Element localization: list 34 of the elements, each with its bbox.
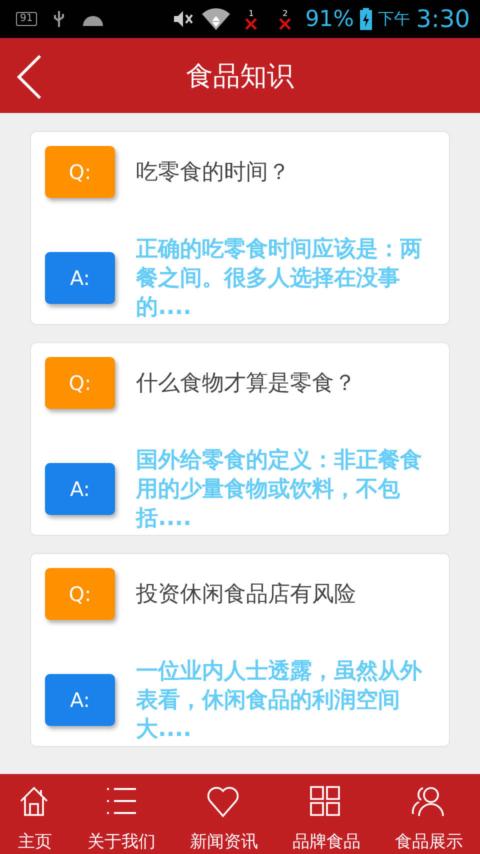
- page-title: 食品知识: [186, 60, 294, 94]
- answer-text: 正确的吃零食时间应该是：两餐之间。很多人选择在没事的....: [136, 236, 423, 322]
- sim-number: 2: [282, 8, 288, 18]
- notification-badge: 91: [16, 12, 37, 26]
- answer-text: 国外给零食的定义：非正餐食用的少量食物或饮料，不包括....: [136, 446, 423, 533]
- clock-time: 3:30: [416, 5, 470, 33]
- qa-card[interactable]: Q: 什么食物才算是零食？ A: 国外给零食的定义：非正餐食用的少量食物或饮料，不包括....: [30, 342, 450, 536]
- question-text: 什么食物才算是零食？: [136, 370, 356, 398]
- sim-number: 1: [248, 8, 254, 18]
- question-badge: Q:: [45, 568, 115, 620]
- usb-icon: [52, 10, 65, 28]
- wifi-icon: [201, 8, 232, 30]
- nav-item[interactable]: 主页: [18, 830, 52, 852]
- nav-item[interactable]: 品牌食品: [292, 830, 360, 852]
- question-text: 投资休闲食品店有风险: [136, 581, 356, 609]
- qa-card[interactable]: Q: 投资休闲食品店有风险 A: 一位业内人士透露，虽然从外表看，休闲食品的利润空间大....: [30, 553, 450, 747]
- nav-item[interactable]: 新闻资讯: [190, 830, 258, 852]
- question-text: 吃零食的时间？: [136, 159, 290, 187]
- no-signal-icon: [279, 18, 292, 30]
- battery-charging-icon: [360, 8, 372, 30]
- answer-badge: A:: [45, 674, 115, 726]
- question-badge: Q:: [45, 357, 115, 409]
- back-icon[interactable]: [16, 54, 42, 100]
- nav-item[interactable]: 食品展示: [394, 830, 463, 852]
- answer-badge: A:: [45, 252, 115, 304]
- battery-percentage: 91%: [305, 6, 354, 32]
- question-badge: Q:: [45, 146, 115, 198]
- answer-badge: A:: [45, 463, 115, 515]
- time-period: 下午: [378, 8, 410, 30]
- nav-item[interactable]: 关于我们: [88, 830, 156, 852]
- qa-card[interactable]: Q: 吃零食的时间？ A: 正确的吃零食时间应该是：两餐之间。很多人选择在没事的....: [30, 131, 450, 325]
- no-signal-icon: [245, 18, 258, 30]
- answer-text: 一位业内人士透露，虽然从外表看，休闲食品的利润空间大....: [136, 658, 423, 744]
- mute-icon: [173, 9, 196, 29]
